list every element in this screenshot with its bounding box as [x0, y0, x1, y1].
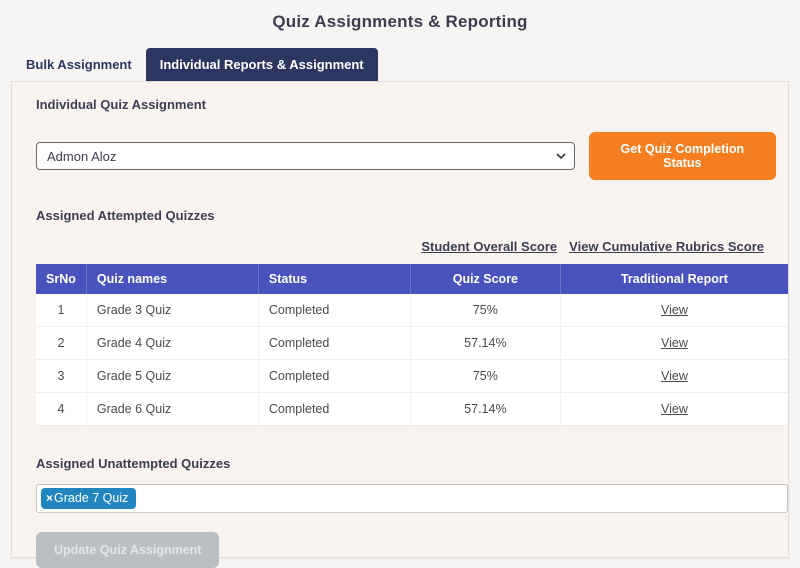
header-quiz-names: Quiz names: [86, 264, 258, 294]
student-select-wrap: Admon Aloz: [36, 142, 575, 170]
tab-bulk-assignment[interactable]: Bulk Assignment: [12, 48, 146, 81]
assigned-unattempted-quizzes-heading: Assigned Unattempted Quizzes: [36, 456, 776, 471]
view-report-link[interactable]: View: [661, 402, 688, 416]
table-row: 4 Grade 6 Quiz Completed 57.14% View: [36, 393, 788, 426]
unattempted-quizzes-input[interactable]: × Grade 7 Quiz: [36, 484, 788, 513]
view-cumulative-rubrics-score-link[interactable]: View Cumulative Rubrics Score: [569, 239, 764, 254]
cell-srno: 1: [36, 294, 86, 327]
table-row: 2 Grade 4 Quiz Completed 57.14% View: [36, 327, 788, 360]
cell-quiz-score: 57.14%: [410, 393, 560, 426]
cell-quiz-name: Grade 4 Quiz: [86, 327, 258, 360]
attempted-quizzes-table: SrNo Quiz names Status Quiz Score Tradit…: [36, 264, 788, 426]
update-quiz-assignment-button[interactable]: Update Quiz Assignment: [36, 532, 219, 568]
assigned-attempted-quizzes-heading: Assigned Attempted Quizzes: [36, 208, 776, 223]
header-srno: SrNo: [36, 264, 86, 294]
cell-srno: 4: [36, 393, 86, 426]
cell-quiz-name: Grade 5 Quiz: [86, 360, 258, 393]
table-header-row: SrNo Quiz names Status Quiz Score Tradit…: [36, 264, 788, 294]
tab-individual-reports[interactable]: Individual Reports & Assignment: [146, 48, 378, 81]
student-overall-score-link[interactable]: Student Overall Score: [421, 239, 557, 254]
student-select[interactable]: Admon Aloz: [36, 142, 575, 170]
individual-quiz-assignment-heading: Individual Quiz Assignment: [36, 97, 776, 112]
view-report-link[interactable]: View: [661, 303, 688, 317]
cell-quiz-name: Grade 3 Quiz: [86, 294, 258, 327]
quiz-tag-label: Grade 7 Quiz: [54, 491, 128, 505]
cell-quiz-score: 57.14%: [410, 327, 560, 360]
view-report-link[interactable]: View: [661, 336, 688, 350]
tab-bar: Bulk Assignment Individual Reports & Ass…: [12, 48, 800, 81]
cell-quiz-score: 75%: [410, 294, 560, 327]
get-quiz-completion-status-button[interactable]: Get Quiz Completion Status: [589, 132, 776, 180]
cell-quiz-name: Grade 6 Quiz: [86, 393, 258, 426]
table-row: 3 Grade 5 Quiz Completed 75% View: [36, 360, 788, 393]
cell-srno: 2: [36, 327, 86, 360]
cell-quiz-score: 75%: [410, 360, 560, 393]
student-select-row: Admon Aloz Get Quiz Completion Status: [36, 132, 776, 180]
individual-assignment-panel: Individual Quiz Assignment Admon Aloz Ge…: [11, 81, 789, 558]
header-quiz-score: Quiz Score: [410, 264, 560, 294]
header-traditional-report: Traditional Report: [560, 264, 788, 294]
cell-status: Completed: [258, 393, 410, 426]
cell-status: Completed: [258, 360, 410, 393]
cell-status: Completed: [258, 294, 410, 327]
cell-srno: 3: [36, 360, 86, 393]
view-report-link[interactable]: View: [661, 369, 688, 383]
page-title: Quiz Assignments & Reporting: [0, 0, 800, 32]
table-row: 1 Grade 3 Quiz Completed 75% View: [36, 294, 788, 327]
score-links-row: Student Overall Score View Cumulative Ru…: [36, 239, 764, 254]
remove-tag-icon[interactable]: ×: [46, 491, 53, 505]
cell-status: Completed: [258, 327, 410, 360]
header-status: Status: [258, 264, 410, 294]
quiz-tag: × Grade 7 Quiz: [41, 488, 136, 509]
